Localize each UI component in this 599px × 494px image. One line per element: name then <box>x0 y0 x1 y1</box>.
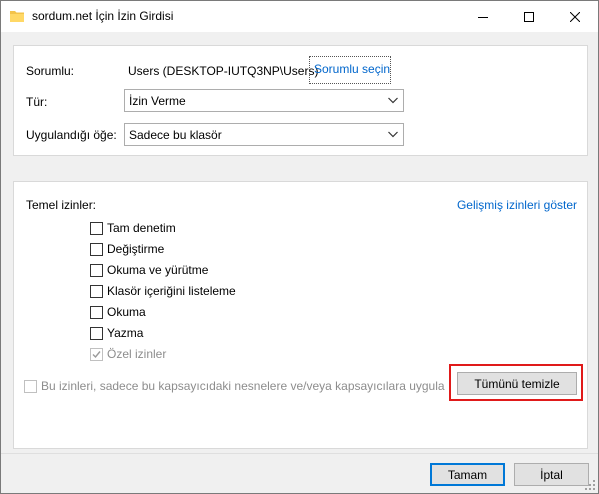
checkbox <box>90 347 103 361</box>
permission-entry-dialog: sordum.net İçin İzin Girdisi Sorumlu: Us… <box>0 0 599 494</box>
folder-icon <box>10 11 24 22</box>
close-icon <box>570 11 580 22</box>
ok-button[interactable]: Tamam <box>430 463 505 486</box>
checkbox[interactable] <box>90 305 103 319</box>
permission-modify[interactable]: Değiştirme <box>90 241 164 257</box>
title-bar[interactable]: sordum.net İçin İzin Girdisi <box>1 1 598 32</box>
show-advanced-permissions-link[interactable]: Gelişmiş izinleri göster <box>457 198 577 212</box>
applies-to-select[interactable]: Sadece bu klasör <box>124 123 404 146</box>
chevron-down-icon <box>388 131 398 138</box>
type-label: Tür: <box>26 95 48 109</box>
checkbox[interactable] <box>90 284 103 298</box>
permission-write[interactable]: Yazma <box>90 325 143 341</box>
checkmark-icon <box>92 350 101 358</box>
cancel-button[interactable]: İptal <box>514 463 589 486</box>
checkbox[interactable] <box>90 326 103 340</box>
select-principal-link[interactable]: Sorumlu seçin <box>309 56 391 84</box>
footer-divider <box>1 453 598 454</box>
chevron-down-icon <box>388 97 398 104</box>
checkbox[interactable] <box>90 242 103 256</box>
maximize-icon <box>524 11 534 22</box>
minimize-icon <box>478 16 488 18</box>
permission-read-execute[interactable]: Okuma ve yürütme <box>90 262 208 278</box>
maximize-button[interactable] <box>506 1 552 32</box>
owner-label: Sorumlu: <box>26 64 75 78</box>
checkbox <box>24 379 37 393</box>
permission-label: Okuma <box>107 305 146 319</box>
principal-panel: Sorumlu: Users (DESKTOP-IUTQ3NP\Users) S… <box>13 45 588 156</box>
permissions-panel: Temel izinler: Gelişmiş izinleri göster … <box>13 181 588 449</box>
type-select[interactable]: İzin Verme <box>124 89 404 112</box>
applies-to-label: Uygulandığı öğe: <box>26 128 117 142</box>
checkbox[interactable] <box>90 221 103 235</box>
resize-grip-icon[interactable] <box>584 479 596 491</box>
cancel-button-label: İptal <box>540 467 563 482</box>
permission-label: Tam denetim <box>107 221 176 235</box>
permission-special: Özel izinler <box>90 346 166 362</box>
minimize-button[interactable] <box>460 1 506 32</box>
window-title: sordum.net İçin İzin Girdisi <box>32 9 174 23</box>
basic-permissions-heading: Temel izinler: <box>26 198 97 212</box>
annotation-highlight <box>449 364 583 401</box>
close-button[interactable] <box>552 1 598 32</box>
permission-label: Özel izinler <box>107 347 167 361</box>
checkbox[interactable] <box>90 263 103 277</box>
owner-value: Users (DESKTOP-IUTQ3NP\Users) <box>128 64 319 78</box>
apply-to-container-only-label: Bu izinleri, sadece bu kapsayıcıdaki nes… <box>41 379 445 393</box>
permission-read[interactable]: Okuma <box>90 304 146 320</box>
ok-button-label: Tamam <box>447 467 488 482</box>
applies-to-select-value: Sadece bu klasör <box>129 128 222 142</box>
permission-list-folder-contents[interactable]: Klasör içeriğini listeleme <box>90 283 236 299</box>
permission-full-control[interactable]: Tam denetim <box>90 220 176 236</box>
permission-label: Değiştirme <box>107 242 165 256</box>
permission-label: Okuma ve yürütme <box>107 263 209 277</box>
apply-to-container-only: Bu izinleri, sadece bu kapsayıcıdaki nes… <box>24 378 445 394</box>
permission-label: Yazma <box>107 326 144 340</box>
type-select-value: İzin Verme <box>129 94 186 108</box>
permission-label: Klasör içeriğini listeleme <box>107 284 236 298</box>
